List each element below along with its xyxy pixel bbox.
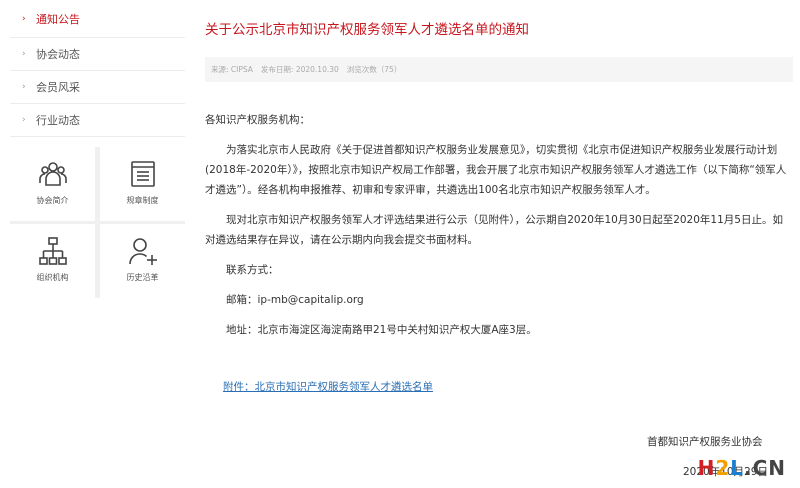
tile-about[interactable]: 协会简介 [10,147,95,221]
watermark-cn: .CN [743,456,786,480]
meta-date: 发布日期: 2020.10.30 [260,65,339,74]
tile-label: 规章制度 [126,196,159,205]
tile-label: 协会简介 [36,196,69,205]
sidebar-item-label: 会员风采 [36,81,80,94]
org-chart-icon [38,237,67,265]
chevron-right-icon: › [22,115,26,125]
sidebar-item-news[interactable]: › 协会动态 [10,38,185,71]
quick-links-grid: 协会简介 规章制度 组织机构 历史沿革 [10,147,185,298]
chevron-right-icon: › [22,13,26,24]
sidebar-item-industry[interactable]: › 行业动态 [10,104,185,137]
contact-label: 联系方式： [226,264,279,276]
article-body: 各知识产权服务机构： 为落实北京市人民政府《关于促进首都知识产权服务业发展意见》… [205,110,793,340]
history-icon [128,238,157,265]
watermark-logo: H2L.CN [698,456,786,480]
paragraph: 现对北京市知识产权服务领军人才评选结果进行公示（见附件），公示期自2020年10… [205,214,783,246]
article-meta: 来源: CIPSA 发布日期: 2020.10.30 浏览次数（75） [205,57,793,82]
watermark-l: L [730,456,744,480]
watermark-h: H [697,456,716,480]
sidebar-menu: › 通知公告 › 协会动态 › 会员风采 › 行业动态 [10,0,185,137]
meta-views: 浏览次数（75） [346,65,402,74]
tile-history[interactable]: 历史沿革 [100,224,185,298]
signature: 首都知识产权服务业协会 [647,436,763,448]
sidebar-item-notices[interactable]: › 通知公告 [10,0,185,38]
paragraph: 为落实北京市人民政府《关于促进首都知识产权服务业发展意见》，切实贯彻《北京市促进… [205,144,787,196]
document-icon [130,161,155,187]
greeting: 各知识产权服务机构： [205,114,310,126]
tile-label: 组织机构 [36,273,69,282]
attachment-link[interactable]: 附件：北京市知识产权服务领军人才遴选名单 [223,379,433,394]
tile-rules[interactable]: 规章制度 [100,147,185,221]
sidebar: › 通知公告 › 协会动态 › 会员风采 › 行业动态 协会简介 规章制度 组织… [10,0,185,298]
sidebar-item-label: 通知公告 [36,12,80,26]
contact-email: 邮箱：ip-mb@capitalip.org [226,294,364,306]
sidebar-item-label: 协会动态 [36,48,80,61]
tile-label: 历史沿革 [126,273,159,282]
tile-organization[interactable]: 组织机构 [10,224,95,298]
sidebar-item-label: 行业动态 [36,114,80,127]
team-icon [38,162,67,186]
sidebar-item-members[interactable]: › 会员风采 [10,71,185,104]
contact-address: 地址：北京市海淀区海淀南路甲21号中关村知识产权大厦A座3层。 [226,324,537,336]
chevron-right-icon: › [22,49,26,59]
watermark-2: 2 [715,456,731,480]
chevron-right-icon: › [22,82,26,92]
meta-source: 来源: CIPSA [211,65,253,74]
page-title: 关于公示北京市知识产权服务领军人才遴选名单的通知 [205,22,529,38]
